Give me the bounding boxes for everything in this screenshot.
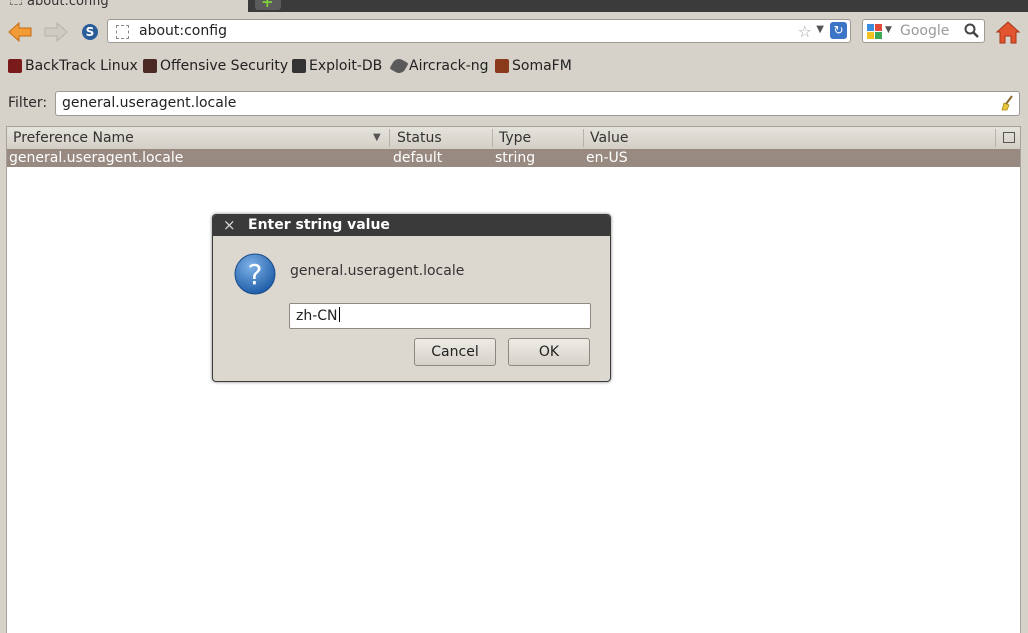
cell-value: en-US (586, 150, 628, 166)
string-value-input[interactable]: zh-CN (289, 303, 591, 329)
dialog-message: general.useragent.locale (290, 263, 465, 279)
magnifier-icon[interactable] (964, 23, 980, 39)
bookmark-label: BackTrack Linux (25, 58, 138, 74)
url-bar[interactable]: about:config ☆ ▼ ↻ (107, 19, 851, 43)
column-divider[interactable] (492, 129, 493, 147)
bookmark-aircrack-ng[interactable]: Aircrack-ng (389, 56, 489, 76)
filter-label: Filter: (8, 95, 48, 111)
home-icon (995, 21, 1021, 44)
svg-text:?: ? (248, 258, 263, 291)
sync-button[interactable]: S (76, 20, 104, 44)
column-divider[interactable] (583, 129, 584, 147)
sync-icon: S (82, 24, 98, 40)
cell-status: default (393, 150, 443, 166)
tab-title: about:config (27, 0, 109, 9)
cell-preference-name: general.useragent.locale (9, 150, 184, 166)
bookmark-somafm[interactable]: SomaFM (495, 58, 572, 74)
navigation-bar: S about:config ☆ ▼ ↻ ▼ Google (0, 14, 1028, 50)
tab-strip: about:config + (0, 0, 1028, 12)
column-picker-icon[interactable] (1003, 132, 1015, 143)
search-engine-dropdown-icon[interactable]: ▼ (885, 25, 892, 35)
blank-page-icon (10, 0, 22, 5)
exploitdb-icon (292, 59, 306, 73)
sort-arrow-icon: ▼ (373, 132, 381, 143)
google-icon[interactable] (867, 24, 882, 39)
text-caret (338, 307, 340, 322)
bookmark-label: Exploit-DB (309, 58, 383, 74)
ok-button[interactable]: OK (508, 338, 590, 366)
cancel-button[interactable]: Cancel (414, 338, 496, 366)
bookmark-label: Aircrack-ng (409, 58, 489, 74)
table-header: Preference Name ▼ Status Type Value (7, 127, 1020, 150)
backtrack-icon (8, 59, 22, 73)
bookmark-backtrack-linux[interactable]: BackTrack Linux (8, 58, 138, 74)
cell-type: string (495, 150, 536, 166)
column-divider[interactable] (389, 129, 390, 147)
column-divider[interactable] (995, 129, 996, 147)
column-header-value[interactable]: Value (590, 130, 628, 146)
home-button[interactable] (994, 19, 1022, 45)
aircrack-icon (389, 56, 409, 76)
broom-icon[interactable] (999, 95, 1015, 111)
offsec-icon (143, 59, 157, 73)
forward-button[interactable] (42, 20, 70, 44)
history-dropdown-icon[interactable]: ▼ (816, 24, 824, 35)
back-button[interactable] (6, 20, 34, 44)
column-header-preference-name[interactable]: Preference Name (13, 130, 134, 146)
enter-string-dialog: × Enter string value ? general.useragent… (212, 214, 611, 382)
new-tab-button[interactable]: + (255, 0, 281, 10)
input-value: zh-CN (296, 307, 340, 324)
page-identity-icon (116, 25, 129, 39)
bookmark-star-icon[interactable]: ☆ (798, 22, 812, 41)
svg-text:S: S (86, 25, 95, 39)
back-arrow-icon (8, 21, 32, 43)
bookmark-offensive-security[interactable]: Offensive Security (143, 58, 288, 74)
close-icon[interactable]: × (223, 216, 236, 234)
somafm-icon (495, 59, 509, 73)
plus-icon: + (261, 0, 274, 11)
table-row[interactable]: general.useragent.locale default string … (7, 149, 1020, 167)
column-header-type[interactable]: Type (499, 130, 531, 146)
url-text: about:config (139, 23, 227, 39)
dialog-titlebar[interactable]: × Enter string value (213, 215, 610, 236)
forward-arrow-icon (44, 21, 68, 43)
question-icon: ? (234, 253, 276, 295)
search-placeholder: Google (900, 23, 950, 39)
bookmark-exploit-db[interactable]: Exploit-DB (292, 58, 382, 74)
bookmarks-toolbar: BackTrack Linux Offensive Security Explo… (0, 54, 1028, 80)
bookmark-label: SomaFM (512, 58, 572, 74)
column-header-status[interactable]: Status (397, 130, 442, 146)
search-bar[interactable]: ▼ Google (862, 19, 985, 43)
bookmark-label: Offensive Security (160, 58, 289, 74)
reload-icon[interactable]: ↻ (830, 22, 847, 39)
filter-input[interactable]: general.useragent.locale (55, 91, 1020, 116)
filter-text: general.useragent.locale (62, 95, 237, 111)
dialog-title: Enter string value (248, 217, 390, 233)
